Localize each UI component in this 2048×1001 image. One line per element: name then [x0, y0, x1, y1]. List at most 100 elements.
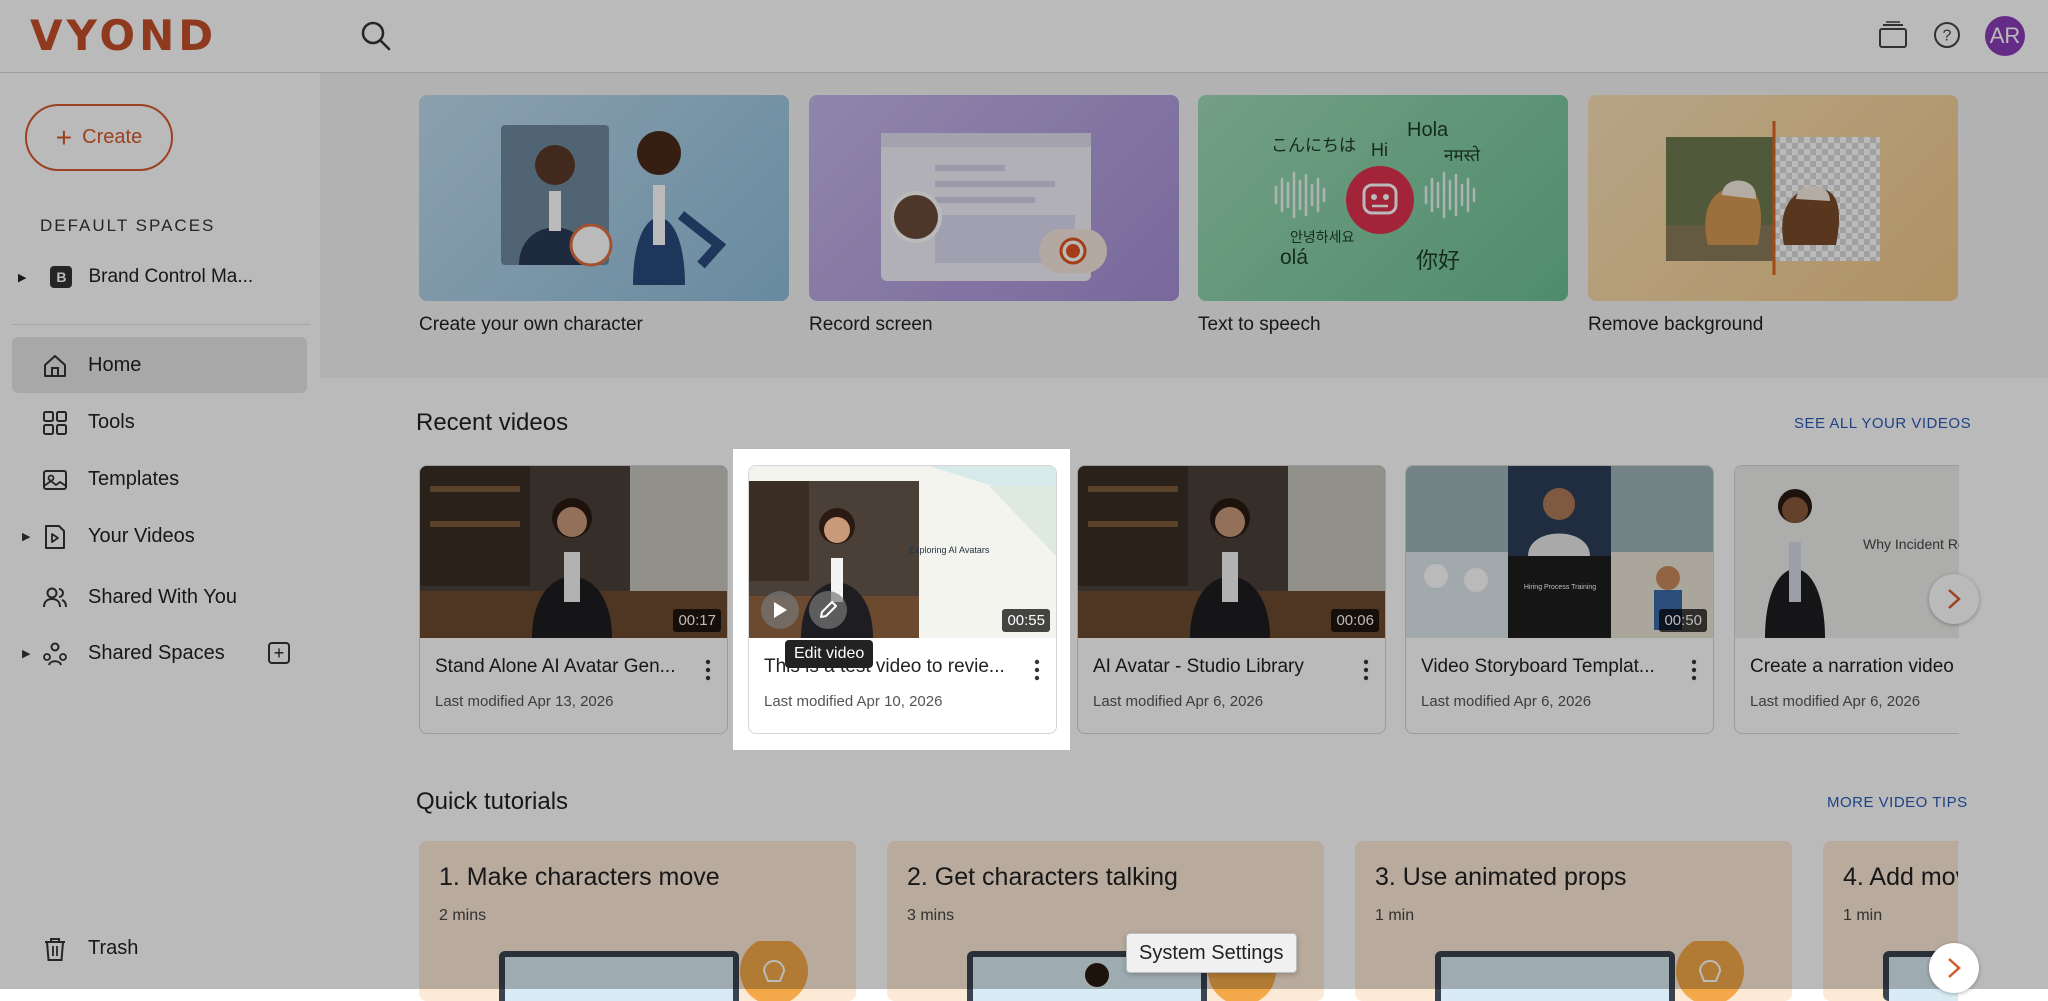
carousel-next-button[interactable]: [1929, 943, 1979, 993]
user-avatar[interactable]: AR: [1985, 16, 2025, 56]
tutorial-title: 3. Use animated props: [1375, 863, 1627, 891]
home-icon: [44, 355, 66, 377]
sidebar-divider: [12, 324, 310, 325]
recent-videos-title: Recent videos: [416, 409, 569, 436]
tutorial-duration: 1 min: [1375, 907, 1415, 924]
top-header: VYOND ? AR: [0, 0, 2048, 73]
templates-icon: [43, 470, 67, 490]
video-date: Last modified Apr 6, 2026: [1093, 693, 1264, 710]
see-all-videos-link[interactable]: SEE ALL YOUR VIDEOS: [1794, 415, 1971, 432]
video-card[interactable]: 00:06 AI Avatar - Studio Library Last mo…: [1077, 465, 1386, 734]
video-date: Last modified Apr 10, 2026: [764, 693, 943, 710]
duration-badge: 00:55: [1002, 609, 1050, 632]
tutorial-card[interactable]: 2. Get characters talking 3 mins: [887, 841, 1324, 1001]
tool-card-create-character[interactable]: [419, 95, 789, 301]
trash-icon: [45, 938, 65, 961]
more-video-tips-link[interactable]: MORE VIDEO TIPS: [1827, 794, 1968, 811]
sidebar-item-label: Home: [88, 353, 142, 376]
chevron-right-icon: [1948, 958, 1961, 978]
video-file-icon: [45, 525, 65, 549]
tutorial-duration: 2 mins: [439, 907, 487, 924]
video-card[interactable]: Hiring Process Training 00:50 Video Stor…: [1405, 465, 1714, 734]
carousel-next-button[interactable]: [1929, 574, 1979, 624]
tool-label: Create your own character: [419, 314, 643, 335]
sidebar-item-shared-with-you[interactable]: Shared With You: [12, 569, 307, 625]
duration-badge: 00:06: [1331, 609, 1379, 632]
remove-background-illustration: [1666, 121, 1880, 275]
tutorial-illustration: [1435, 941, 1744, 1001]
more-options-icon[interactable]: [1689, 658, 1699, 682]
sidebar-item-home[interactable]: Home: [12, 337, 307, 393]
greeting-text: olá: [1280, 246, 1309, 269]
edit-video-tooltip: Edit video: [785, 640, 874, 668]
greeting-text: Hi: [1371, 140, 1388, 160]
tutorial-title: 4. Add mov: [1843, 863, 1958, 891]
video-title: AI Avatar - Studio Library: [1093, 656, 1304, 677]
vyond-logo[interactable]: VYOND: [30, 12, 217, 60]
sidebar-item-tools[interactable]: Tools: [12, 394, 307, 450]
greeting-text: 안녕하세요: [1290, 230, 1355, 246]
video-card[interactable]: Why Incident Response Matte Create a nar…: [1734, 465, 1959, 734]
more-options-icon[interactable]: [1032, 658, 1042, 682]
sidebar-item-label: Shared With You: [88, 585, 237, 608]
chevron-right-icon: [1948, 589, 1961, 609]
duration-badge: 00:50: [1659, 609, 1707, 632]
tutorial-card[interactable]: 3. Use animated props 1 min: [1355, 841, 1792, 1001]
help-icon[interactable]: ?: [1930, 18, 1964, 52]
create-button[interactable]: + Create: [25, 104, 173, 171]
video-date: Last modified Apr 13, 2026: [435, 693, 614, 710]
more-options-icon[interactable]: [1361, 658, 1371, 682]
video-date: Last modified Apr 6, 2026: [1750, 693, 1921, 710]
svg-text:?: ?: [1943, 28, 1952, 45]
sidebar-item-trash[interactable]: Trash: [12, 920, 307, 976]
tool-label: Text to speech: [1198, 314, 1321, 335]
video-thumbnail[interactable]: Exploring AI Avatars 00:55: [749, 466, 1056, 638]
video-thumbnail[interactable]: 00:06: [1078, 466, 1385, 638]
thumbnail-caption: Why Incident Response Matte: [1863, 536, 1959, 552]
caret-right-icon[interactable]: ▶: [22, 530, 30, 543]
space-item-label: Brand Control Ma...: [88, 266, 254, 287]
tutorial-title: 2. Get characters talking: [907, 863, 1178, 891]
play-icon[interactable]: [761, 591, 799, 629]
greeting-text: नमस्ते: [1444, 146, 1480, 166]
video-thumbnail[interactable]: 00:17: [420, 466, 727, 638]
tutorial-duration: 1 min: [1843, 907, 1883, 924]
video-card[interactable]: 00:17 Stand Alone AI Avatar Gen... Last …: [419, 465, 728, 734]
tool-card-record-screen[interactable]: [809, 95, 1179, 301]
tool-label: Remove background: [1588, 314, 1764, 335]
greeting-text: こんにちは: [1271, 136, 1356, 156]
video-thumbnail[interactable]: Why Incident Response Matte: [1735, 466, 1959, 638]
shared-spaces-icon: [43, 642, 67, 666]
tutorial-illustration: [499, 941, 808, 1001]
space-badge: B: [50, 266, 73, 288]
add-space-icon[interactable]: +: [268, 642, 290, 664]
tutorial-title: 1. Make characters move: [439, 863, 720, 891]
video-title: Create a narration video: [1750, 656, 1954, 677]
video-title: Video Storyboard Templat...: [1421, 656, 1655, 677]
caret-right-icon[interactable]: ▶: [22, 647, 30, 660]
caret-right-icon[interactable]: ▶: [18, 271, 26, 284]
tool-card-text-to-speech[interactable]: こんにちは Hi Hola नमस्ते 안녕하세요 olá 你好: [1198, 95, 1568, 301]
edit-pencil-icon[interactable]: [809, 591, 847, 629]
tutorial-duration: 3 mins: [907, 907, 955, 924]
sidebar-item-shared-spaces[interactable]: ▶ Shared Spaces: [12, 625, 307, 681]
narrator-image: [1735, 466, 1959, 638]
character-illustration: [501, 125, 727, 285]
more-options-icon[interactable]: [703, 658, 713, 682]
video-thumbnail[interactable]: Hiring Process Training 00:50: [1406, 466, 1713, 638]
search-icon[interactable]: [358, 18, 394, 54]
greeting-text: 你好: [1416, 249, 1461, 274]
greeting-text: Hola: [1407, 119, 1449, 141]
video-card[interactable]: Exploring AI Avatars 00:55 This is a tes…: [748, 465, 1057, 734]
sidebar-item-your-videos[interactable]: ▶ Your Videos: [12, 508, 307, 564]
tool-label: Record screen: [809, 314, 933, 335]
sidebar-item-templates[interactable]: Templates: [12, 451, 307, 507]
tool-card-remove-background[interactable]: [1588, 95, 1958, 301]
video-date: Last modified Apr 6, 2026: [1421, 693, 1592, 710]
library-icon[interactable]: [1876, 18, 1910, 52]
grid-icon: [43, 411, 67, 435]
thumbnail-caption: Hiring Process Training: [1523, 584, 1597, 591]
create-button-label: Create: [82, 126, 143, 148]
space-item-brand-control[interactable]: ▶ B Brand Control Ma...: [18, 264, 253, 290]
tutorial-card[interactable]: 1. Make characters move 2 mins: [419, 841, 856, 1001]
